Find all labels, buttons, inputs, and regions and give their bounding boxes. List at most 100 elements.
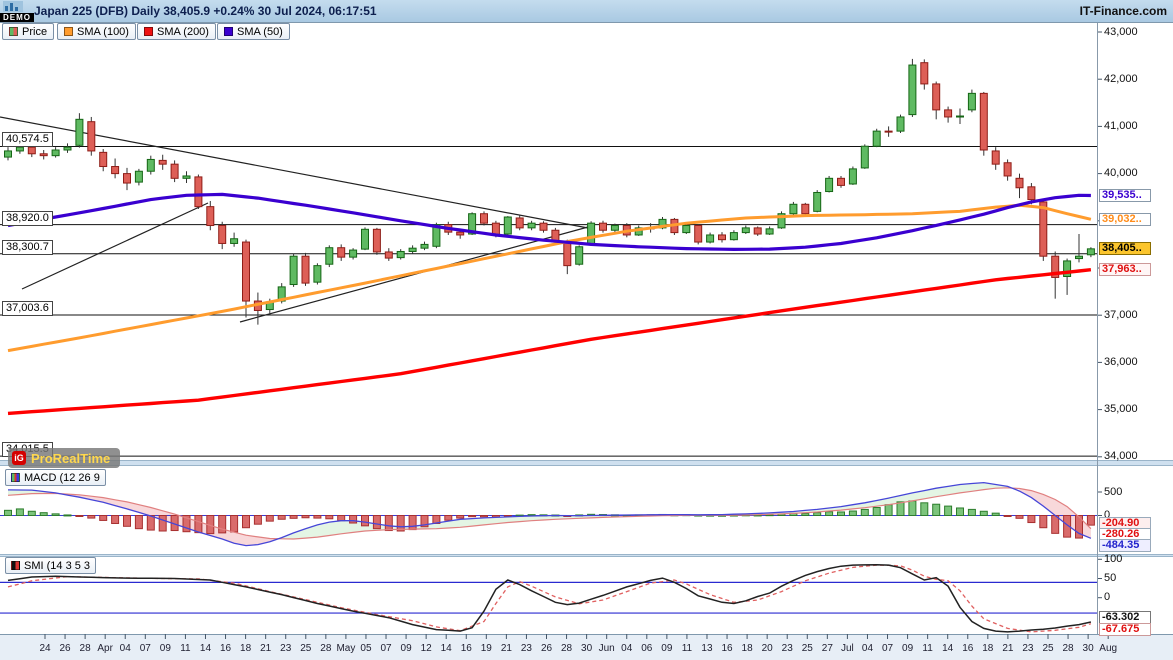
legend-label: Price (22, 25, 48, 38)
date-label: 19 (480, 643, 492, 654)
date-label: 05 (360, 643, 372, 654)
drawn-lines (0, 116, 1097, 457)
date-label: 25 (1042, 643, 1054, 654)
date-label: 28 (560, 643, 573, 654)
candle (4, 147, 12, 161)
candle (182, 171, 191, 184)
smi-axis-badge: -67.675 (1099, 623, 1151, 636)
date-label: 13 (701, 643, 713, 654)
price-axis-badge: 38,405.. (1099, 242, 1151, 256)
price-axis-tick-label: 36,000 (1104, 355, 1138, 368)
legend-button-sma50[interactable]: SMA (50) (217, 23, 290, 40)
candle (1075, 234, 1083, 263)
candle (123, 167, 131, 191)
chart-canvas[interactable] (0, 0, 1173, 660)
date-label: 09 (400, 643, 412, 654)
date-label: 04 (119, 643, 131, 654)
date-label: 28 (320, 643, 332, 654)
candle (896, 114, 905, 134)
candle (729, 230, 738, 241)
date-label: 26 (540, 643, 553, 654)
candle (527, 220, 536, 231)
price-axis-badge: 39,032.. (1099, 212, 1151, 226)
price-axis-tick-label: 42,000 (1104, 72, 1138, 85)
legend-label: SMA (200) (157, 25, 209, 38)
candle (908, 58, 917, 117)
value-axis-divider (1097, 22, 1098, 634)
site-link[interactable]: IT-Finance.com (1080, 4, 1167, 18)
smi-legend-button[interactable]: SMI (14 3 5 3 (5, 557, 97, 574)
sma50-icon (224, 27, 233, 36)
macd-legend-button[interactable]: MACD (12 26 9 (5, 469, 106, 486)
candle (289, 253, 298, 287)
date-label: 21 (260, 643, 272, 654)
legend-button-sma100[interactable]: SMA (100) (57, 23, 136, 40)
candle (111, 158, 120, 179)
price-axis-badge: 37,963.. (1099, 263, 1151, 277)
charting-app-window: DEMO Japan 225 (DFB) Daily 38,405.9 +0.2… (0, 0, 1173, 660)
candle (206, 200, 215, 231)
date-label: 28 (79, 643, 91, 654)
date-label: 27 (821, 643, 833, 654)
candle (706, 232, 715, 244)
candle (230, 232, 239, 247)
date-label: 28 (1062, 643, 1074, 654)
macd-axis-badge: -484.35 (1099, 539, 1151, 552)
app-logo-icon (3, 1, 23, 12)
candle (337, 244, 346, 261)
date-label: 07 (881, 643, 894, 654)
date-label: Aug (1099, 643, 1118, 654)
price-axis-tick-label: 41,000 (1104, 119, 1138, 132)
date-label: 04 (621, 643, 633, 654)
candle (1063, 258, 1072, 295)
legend-button-sma200[interactable]: SMA (200) (137, 23, 216, 40)
candle (503, 216, 512, 235)
macd-panel (0, 481, 1097, 547)
date-label: 06 (641, 643, 653, 654)
candle (1086, 247, 1095, 258)
candle (848, 166, 857, 185)
smi-axis-tick-label: 50 (1104, 572, 1117, 584)
hline-price-label: 38,300.7 (2, 239, 53, 255)
date-label: 07 (139, 643, 151, 654)
candle (349, 248, 358, 260)
legend-button-price[interactable]: Price (2, 23, 55, 40)
candle (872, 128, 881, 148)
hline-price-label: 38,920.0 (2, 210, 53, 226)
candle (51, 147, 60, 158)
smi-panel (0, 563, 1097, 633)
candle (741, 225, 750, 235)
candle (587, 221, 596, 246)
ig-logo: iG (12, 451, 26, 465)
hline-price-label: 37,003.6 (2, 301, 53, 317)
candle (1015, 173, 1024, 199)
date-label: 14 (440, 643, 452, 654)
candle (146, 155, 155, 175)
candle (75, 113, 84, 148)
date-label: 30 (1082, 643, 1094, 654)
date-label: 11 (922, 643, 933, 654)
candle (408, 245, 417, 254)
date-label: 23 (781, 643, 793, 654)
candle (694, 224, 703, 245)
price-axis-tick-label: 37,000 (1104, 308, 1138, 321)
date-label: 26 (59, 643, 71, 654)
date-label: 16 (962, 643, 974, 654)
candle (956, 108, 964, 125)
candle (134, 168, 143, 186)
date-label: Jul (840, 643, 854, 654)
candle (944, 106, 953, 123)
candle (777, 211, 786, 229)
candle (813, 190, 822, 213)
candle (932, 81, 941, 120)
candle (825, 175, 834, 193)
candle (253, 292, 262, 325)
candle (539, 221, 548, 233)
candle (837, 175, 845, 188)
date-label: 09 (159, 643, 171, 654)
watermark-text: ProRealTime (31, 450, 111, 466)
legend-label: SMA (50) (237, 25, 283, 38)
date-label: 23 (1022, 643, 1034, 654)
header-bar: DEMO Japan 225 (DFB) Daily 38,405.9 +0.2… (0, 0, 1173, 23)
smi-icon (11, 561, 20, 570)
